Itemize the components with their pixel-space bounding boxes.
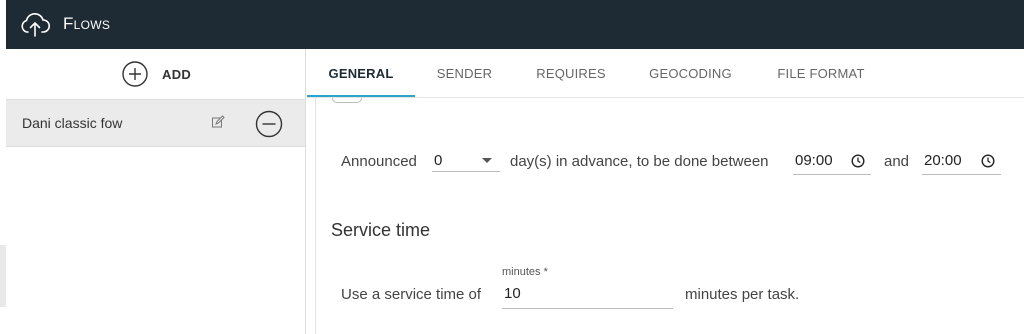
start-time-input[interactable]: 09:00 [793, 151, 871, 175]
flow-list-item[interactable]: Dani classic fow [6, 99, 305, 147]
tab-general[interactable]: GENERAL [307, 49, 415, 98]
service-minutes-input[interactable]: 10 [502, 284, 673, 309]
add-flow-button[interactable]: ADD [122, 61, 191, 87]
end-time-input[interactable]: 20:00 [922, 151, 1001, 175]
announced-days-select[interactable]: 0 [432, 150, 500, 172]
add-circle-icon [122, 61, 148, 87]
start-time-value: 09:00 [795, 152, 833, 169]
service-time-suffix: minutes per task. [685, 286, 800, 303]
top-bar: Flows [6, 0, 1024, 49]
announced-label: Announced [341, 153, 417, 170]
service-time-prefix: Use a service time of [341, 286, 482, 303]
cloud-upload-icon [21, 12, 51, 37]
edit-icon[interactable] [211, 115, 225, 129]
clock-icon[interactable] [981, 154, 995, 168]
active-tab-indicator [307, 95, 415, 97]
flows-sidebar: ADD Dani classic fow [6, 49, 306, 334]
flow-tabs: GENERAL SENDER REQUIRES GEOCODING FILE F… [307, 49, 1024, 98]
end-time-value: 20:00 [924, 152, 962, 169]
announced-suffix: day(s) in advance, to be done between [510, 153, 769, 170]
flow-name: Dani classic fow [22, 115, 123, 131]
tab-file-format[interactable]: FILE FORMAT [765, 49, 877, 98]
clock-icon[interactable] [851, 154, 865, 168]
service-minutes-value: 10 [504, 285, 521, 302]
chevron-down-icon [482, 158, 492, 163]
tab-geocoding[interactable]: GEOCODING [638, 49, 743, 98]
toggle-switch[interactable] [332, 98, 362, 103]
tab-sender[interactable]: SENDER [422, 49, 507, 98]
add-label: ADD [162, 66, 192, 82]
service-minutes-label: minutes * [502, 266, 548, 278]
service-time-title: Service time [331, 220, 431, 240]
tab-requires[interactable]: REQUIRES [526, 49, 616, 98]
app-title: Flows [63, 14, 111, 33]
and-label: and [884, 153, 910, 170]
remove-circle-icon[interactable] [255, 110, 283, 138]
announced-days-value: 0 [434, 152, 443, 169]
